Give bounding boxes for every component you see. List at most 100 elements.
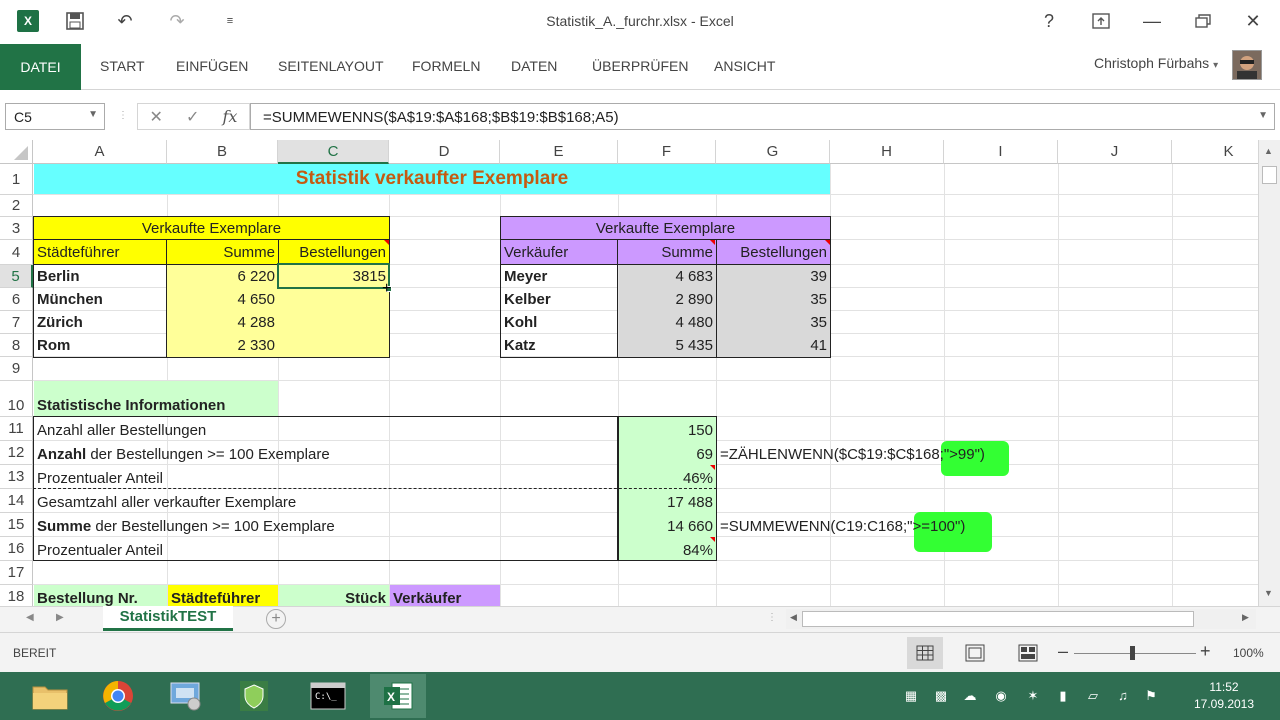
- table-cell[interactable]: 4 480: [618, 312, 716, 334]
- taskbar-clock[interactable]: 11:52 17.09.2013: [1184, 679, 1264, 713]
- zoom-slider-thumb[interactable]: [1130, 646, 1135, 660]
- row-header-11[interactable]: 11: [0, 417, 33, 441]
- table-cell[interactable]: 4 288: [167, 312, 278, 334]
- bluetooth-icon[interactable]: ✶: [1025, 688, 1041, 704]
- column-header-a[interactable]: A: [33, 140, 167, 164]
- row-header-1[interactable]: 1: [0, 164, 33, 195]
- row-header-13[interactable]: 13: [0, 465, 33, 489]
- t1-header[interactable]: Verkaufte Exemplare: [34, 218, 389, 240]
- stats-label[interactable]: Summe der Bestellungen >= 100 Exemplare: [34, 516, 338, 538]
- confirm-icon[interactable]: ✓: [186, 107, 199, 127]
- active-cell-c5[interactable]: [277, 263, 390, 289]
- row-header-9[interactable]: 9: [0, 357, 33, 381]
- stats-label[interactable]: Gesamtzahl aller verkaufter Exemplare: [34, 492, 299, 514]
- zoom-out-icon[interactable]: –: [1058, 641, 1068, 662]
- column-header-b[interactable]: B: [167, 140, 278, 164]
- tab-scroll-right-icon[interactable]: ▶: [56, 612, 64, 623]
- stats-value[interactable]: 69: [618, 444, 716, 466]
- scroll-thumb[interactable]: [802, 611, 1194, 627]
- table-cell[interactable]: 35: [716, 312, 830, 334]
- row-header-2[interactable]: 2: [0, 195, 33, 217]
- row-header-16[interactable]: 16: [0, 537, 33, 561]
- scroll-up-icon[interactable]: ▲: [1264, 146, 1273, 156]
- row-header-10[interactable]: 10: [0, 381, 33, 417]
- stats-header[interactable]: Statistische Informationen: [34, 395, 278, 417]
- tab-datei[interactable]: DATEI: [0, 44, 81, 90]
- table-cell[interactable]: 41: [716, 335, 830, 357]
- table-cell[interactable]: 39: [716, 266, 830, 288]
- page-layout-view-icon[interactable]: [965, 644, 985, 665]
- excel-icon[interactable]: X: [370, 674, 426, 718]
- column-header-e[interactable]: E: [500, 140, 618, 164]
- cloud-icon[interactable]: ☁: [962, 688, 978, 704]
- tab-einfuegen[interactable]: EINFÜGEN: [176, 58, 248, 74]
- column-header-f[interactable]: F: [618, 140, 716, 164]
- table-cell[interactable]: 2 890: [618, 289, 716, 311]
- chrome-icon[interactable]: [90, 674, 146, 718]
- stats-value[interactable]: 17 488: [618, 492, 716, 514]
- table-cell[interactable]: München: [34, 289, 166, 311]
- t1-col-header[interactable]: Bestellungen: [278, 242, 389, 264]
- security-shield-icon[interactable]: [226, 674, 282, 718]
- scroll-down-icon[interactable]: ▼: [1264, 588, 1273, 598]
- column-header-d[interactable]: D: [389, 140, 500, 164]
- security-tray-icon[interactable]: ▦: [903, 688, 919, 704]
- normal-view-icon[interactable]: [907, 637, 943, 669]
- table-cell[interactable]: Katz: [501, 335, 617, 357]
- flag-icon[interactable]: ⚑: [1143, 688, 1159, 704]
- row-header-8[interactable]: 8: [0, 334, 33, 357]
- restore-icon[interactable]: [1187, 8, 1219, 34]
- zoom-in-icon[interactable]: +: [1200, 641, 1211, 662]
- row-header-15[interactable]: 15: [0, 513, 33, 537]
- tab-seitenlayout[interactable]: SEITENLAYOUT: [278, 58, 384, 74]
- row-header-12[interactable]: 12: [0, 441, 33, 465]
- table-cell[interactable]: 4 650: [167, 289, 278, 311]
- spreadsheet-grid[interactable]: A B C D E F G H I J K 1 2 3 4 5 6 7 8 9 …: [0, 140, 1258, 606]
- select-all-corner[interactable]: [0, 140, 33, 164]
- stats-value[interactable]: 46%: [618, 468, 716, 490]
- minimize-icon[interactable]: —: [1136, 8, 1168, 34]
- column-header-j[interactable]: J: [1058, 140, 1172, 164]
- table-cell[interactable]: Stück: [279, 588, 389, 606]
- battery-icon[interactable]: ▮: [1055, 688, 1071, 704]
- user-name[interactable]: Christoph Fürbahs ▾: [1094, 55, 1218, 71]
- table-cell[interactable]: Rom: [34, 335, 166, 357]
- insert-function-icon[interactable]: fx: [223, 107, 238, 126]
- scroll-right-icon[interactable]: ▶: [1242, 612, 1249, 623]
- table-cell[interactable]: Verkäufer: [390, 588, 464, 606]
- table-cell[interactable]: Zürich: [34, 312, 166, 334]
- table-cell[interactable]: 6 220: [167, 266, 278, 288]
- split-handle-icon[interactable]: ⋮: [767, 612, 777, 623]
- chevron-down-icon[interactable]: ▼: [1258, 110, 1268, 121]
- row-header-5[interactable]: 5: [0, 265, 33, 288]
- table-cell[interactable]: 5 435: [618, 335, 716, 357]
- zoom-slider[interactable]: [1074, 653, 1196, 654]
- row-header-4[interactable]: 4: [0, 240, 33, 265]
- page-break-view-icon[interactable]: [1018, 644, 1038, 665]
- stats-label[interactable]: Prozentualer Anteil: [34, 540, 166, 562]
- stats-value[interactable]: 150: [618, 420, 716, 442]
- table-cell[interactable]: Bestellung Nr.: [34, 588, 141, 606]
- scroll-left-icon[interactable]: ◀: [790, 612, 797, 623]
- tab-formeln[interactable]: FORMELN: [412, 58, 480, 74]
- column-header-k[interactable]: K: [1172, 140, 1258, 164]
- stats-value[interactable]: 14 660: [618, 516, 716, 538]
- ribbon-display-icon[interactable]: [1085, 8, 1117, 34]
- row-header-7[interactable]: 7: [0, 311, 33, 334]
- formula-input[interactable]: =SUMMEWENNS($A$19:$A$168;$B$19:$B$168;A5…: [250, 103, 1275, 130]
- close-icon[interactable]: ✕: [1237, 8, 1269, 34]
- formula-note[interactable]: =SUMMEWENN(C19:C168;">=100"): [717, 516, 968, 538]
- stats-label[interactable]: Anzahl aller Bestellungen: [34, 420, 209, 442]
- t2-col-header[interactable]: Verkäufer: [501, 242, 617, 264]
- column-header-i[interactable]: I: [944, 140, 1058, 164]
- stats-value[interactable]: 84%: [618, 540, 716, 562]
- network-globe-icon[interactable]: ◉: [993, 688, 1009, 704]
- t1-col-header[interactable]: Städteführer: [34, 242, 166, 264]
- table-cell[interactable]: Berlin: [34, 266, 166, 288]
- chevron-down-icon[interactable]: ▼: [88, 109, 98, 120]
- sheet-tab-statistiktest[interactable]: StatistikTEST: [103, 606, 233, 631]
- table-cell[interactable]: Kohl: [501, 312, 617, 334]
- command-prompt-icon[interactable]: C:\_: [300, 674, 356, 718]
- help-icon[interactable]: ?: [1033, 8, 1065, 34]
- stats-label[interactable]: Prozentualer Anteil: [34, 468, 166, 490]
